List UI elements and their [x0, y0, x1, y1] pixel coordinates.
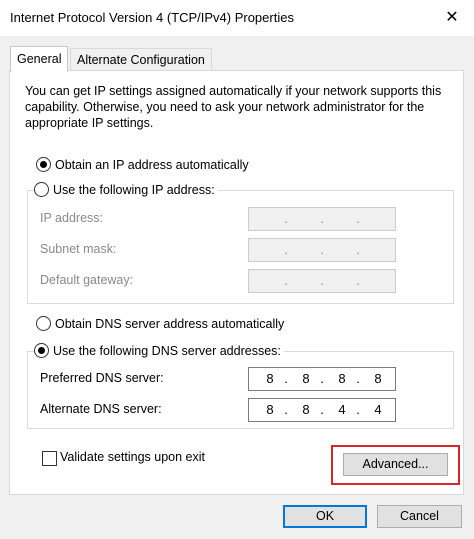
ip-octet: 4: [374, 402, 382, 417]
subnet-mask-input: . . .: [248, 238, 396, 262]
tab-general[interactable]: General: [10, 46, 69, 72]
description-text: You can get IP settings assigned automat…: [25, 84, 442, 130]
ip-octet: 8: [302, 402, 310, 417]
alternate-dns-input[interactable]: 8 . 8 . 4 . 4: [248, 398, 396, 422]
ip-dot: .: [284, 211, 288, 226]
window-title: Internet Protocol Version 4 (TCP/IPv4) P…: [10, 10, 294, 25]
ip-dot: .: [284, 242, 288, 257]
radio-use-following-ip[interactable]: Use the following IP address:: [34, 181, 218, 199]
radio-button-selected[interactable]: [34, 343, 49, 358]
ip-octet: 8: [338, 371, 346, 386]
radio-button[interactable]: [36, 316, 51, 331]
close-icon[interactable]: ✕: [437, 4, 467, 32]
ip-dot: .: [320, 402, 324, 417]
ip-dot: .: [356, 242, 360, 257]
radio-obtain-ip-auto[interactable]: Obtain an IP address automatically: [36, 156, 252, 174]
ip-address-label: IP address:: [40, 211, 104, 225]
subnet-mask-label: Subnet mask:: [40, 242, 117, 256]
ip-octet: 4: [338, 402, 346, 417]
ip-dot: .: [284, 273, 288, 288]
title-bar: Internet Protocol Version 4 (TCP/IPv4) P…: [0, 0, 474, 36]
ip-dot: .: [356, 371, 360, 386]
ip-dot: .: [320, 371, 324, 386]
radio-button[interactable]: [34, 182, 49, 197]
ip-dot: .: [320, 242, 324, 257]
tab-alternate-configuration[interactable]: Alternate Configuration: [70, 48, 212, 71]
alternate-dns-label: Alternate DNS server:: [40, 402, 162, 416]
radio-obtain-dns-auto[interactable]: Obtain DNS server address automatically: [36, 315, 288, 333]
advanced-button[interactable]: Advanced...: [343, 453, 448, 476]
default-gateway-input: . . .: [248, 269, 396, 293]
radio-use-following-dns[interactable]: Use the following DNS server addresses:: [34, 342, 284, 360]
ip-dot: .: [320, 211, 324, 226]
cancel-button[interactable]: Cancel: [377, 505, 462, 528]
ip-dot: .: [284, 402, 288, 417]
ip-address-input: . . .: [248, 207, 396, 231]
preferred-dns-label: Preferred DNS server:: [40, 371, 164, 385]
radio-obtain-dns-auto-label: Obtain DNS server address automatically: [55, 317, 285, 331]
validate-checkbox[interactable]: [42, 451, 57, 466]
validate-checkbox-label[interactable]: Validate settings upon exit: [60, 450, 205, 464]
ip-octet: 8: [266, 371, 274, 386]
ip-octet: 8: [374, 371, 382, 386]
ip-dot: .: [356, 211, 360, 226]
ip-octet: 8: [302, 371, 310, 386]
ip-dot: .: [284, 371, 288, 386]
ok-button[interactable]: OK: [283, 505, 367, 528]
ip-dot: .: [356, 402, 360, 417]
radio-use-following-ip-label: Use the following IP address:: [53, 183, 215, 197]
radio-obtain-ip-auto-label: Obtain an IP address automatically: [55, 158, 249, 172]
radio-button-selected[interactable]: [36, 157, 51, 172]
ip-dot: .: [320, 273, 324, 288]
ip-dot: .: [356, 273, 360, 288]
ip-octet: 8: [266, 402, 274, 417]
default-gateway-label: Default gateway:: [40, 273, 134, 287]
radio-use-following-dns-label: Use the following DNS server addresses:: [53, 344, 281, 358]
preferred-dns-input[interactable]: 8 . 8 . 8 . 8: [248, 367, 396, 391]
